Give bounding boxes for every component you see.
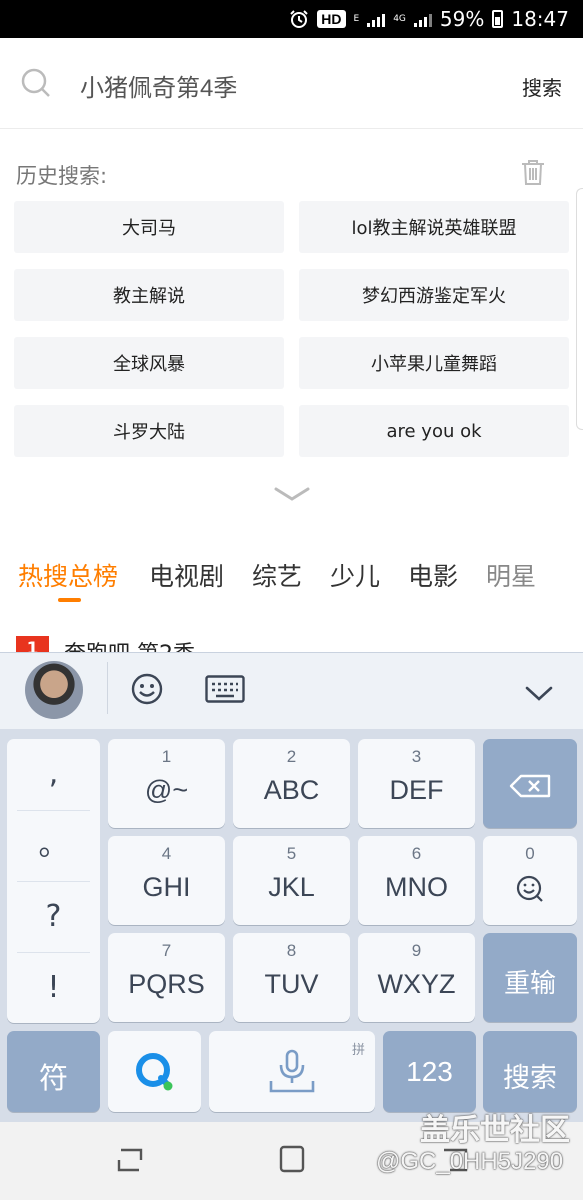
tab-tv-series[interactable]: 电视剧	[149, 557, 224, 593]
avatar[interactable]	[25, 661, 83, 719]
recent-apps-icon[interactable]	[115, 1146, 145, 1174]
microphone-icon	[269, 1049, 315, 1093]
tab-movies[interactable]: 电影	[408, 557, 458, 593]
keyboard-search-key[interactable]: 搜索	[483, 1031, 577, 1112]
tab-hot-total[interactable]: 热搜总榜	[18, 557, 118, 593]
history-chip[interactable]: 大司马	[14, 201, 284, 253]
key-8[interactable]: 8 TUV	[233, 933, 350, 1022]
history-chip[interactable]: are you ok	[299, 405, 569, 457]
network-4g-label: 4G	[393, 13, 406, 24]
search-button[interactable]: 搜索	[522, 72, 562, 101]
key-1[interactable]: 1 @~	[108, 739, 225, 828]
status-bar: HD E 4G 59% 18:47	[0, 0, 583, 38]
key-7[interactable]: 7 PQRS	[108, 933, 225, 1022]
history-chip[interactable]: lol教主解说英雄联盟	[299, 201, 569, 253]
punct-key-exclaim[interactable]: !	[7, 953, 100, 1023]
backspace-icon	[509, 774, 551, 798]
emoticon-icon	[516, 875, 543, 902]
key-5[interactable]: 5 JKL	[233, 836, 350, 925]
app-logo-key[interactable]	[108, 1031, 201, 1112]
q-logo-icon	[136, 1053, 173, 1091]
key-4[interactable]: 4 GHI	[108, 836, 225, 925]
battery-percent: 59%	[439, 7, 485, 31]
tab-variety[interactable]: 综艺	[252, 557, 302, 593]
key-2[interactable]: 2 ABC	[233, 739, 350, 828]
watermark-text: 盖乐世社区	[420, 1113, 570, 1148]
expand-chevron-icon[interactable]	[274, 486, 310, 502]
numbers-key[interactable]: 123	[383, 1031, 476, 1112]
tab-kids[interactable]: 少儿	[330, 557, 380, 593]
side-scroll-handle[interactable]	[576, 188, 583, 430]
symbols-key[interactable]: 符	[7, 1031, 100, 1112]
key-9[interactable]: 9 WXYZ	[358, 933, 475, 1022]
history-chip[interactable]: 斗罗大陆	[14, 405, 284, 457]
signal-icon-2	[413, 11, 432, 27]
punctuation-column: , 。 ? !	[7, 739, 100, 1023]
key-6[interactable]: 6 MNO	[358, 836, 475, 925]
key-0-emoji[interactable]: 0	[483, 836, 577, 925]
alarm-clock-icon	[290, 10, 308, 28]
watermark-handle: @GC_0HH5J290	[376, 1148, 564, 1175]
keyboard-toolbar	[0, 652, 583, 729]
hd-badge: HD	[317, 10, 346, 28]
home-icon[interactable]	[278, 1144, 306, 1174]
battery-icon	[492, 10, 504, 28]
search-icon	[21, 68, 50, 97]
key-3[interactable]: 3 DEF	[358, 739, 475, 828]
history-chip[interactable]: 梦幻西游鉴定军火	[299, 269, 569, 321]
pinyin-label: 拼	[351, 1042, 365, 1057]
signal-icon	[367, 11, 386, 27]
tab-stars[interactable]: 明星	[486, 557, 536, 593]
active-tab-indicator	[58, 598, 81, 602]
backspace-key[interactable]	[483, 739, 577, 828]
network-e-label: E	[353, 13, 360, 24]
clock-time: 18:47	[511, 7, 569, 31]
history-title: 历史搜索:	[16, 164, 108, 188]
punct-key-period[interactable]: 。	[7, 811, 100, 881]
history-chip[interactable]: 小苹果儿童舞蹈	[299, 337, 569, 389]
redo-key[interactable]: 重输	[483, 933, 577, 1022]
history-chip[interactable]: 全球风暴	[14, 337, 284, 389]
toolbar-divider	[107, 662, 108, 714]
punct-key-question[interactable]: ?	[7, 882, 100, 952]
search-input[interactable]: 小猪佩奇第4季	[80, 68, 237, 103]
trash-icon[interactable]	[519, 158, 547, 186]
collapse-keyboard-icon[interactable]	[525, 685, 553, 703]
space-voice-key[interactable]: 拼	[209, 1031, 375, 1112]
emoji-icon[interactable]	[130, 672, 164, 706]
keyboard-layout-icon[interactable]	[205, 675, 245, 703]
punct-key-comma[interactable]: ,	[7, 739, 100, 809]
history-chip[interactable]: 教主解说	[14, 269, 284, 321]
